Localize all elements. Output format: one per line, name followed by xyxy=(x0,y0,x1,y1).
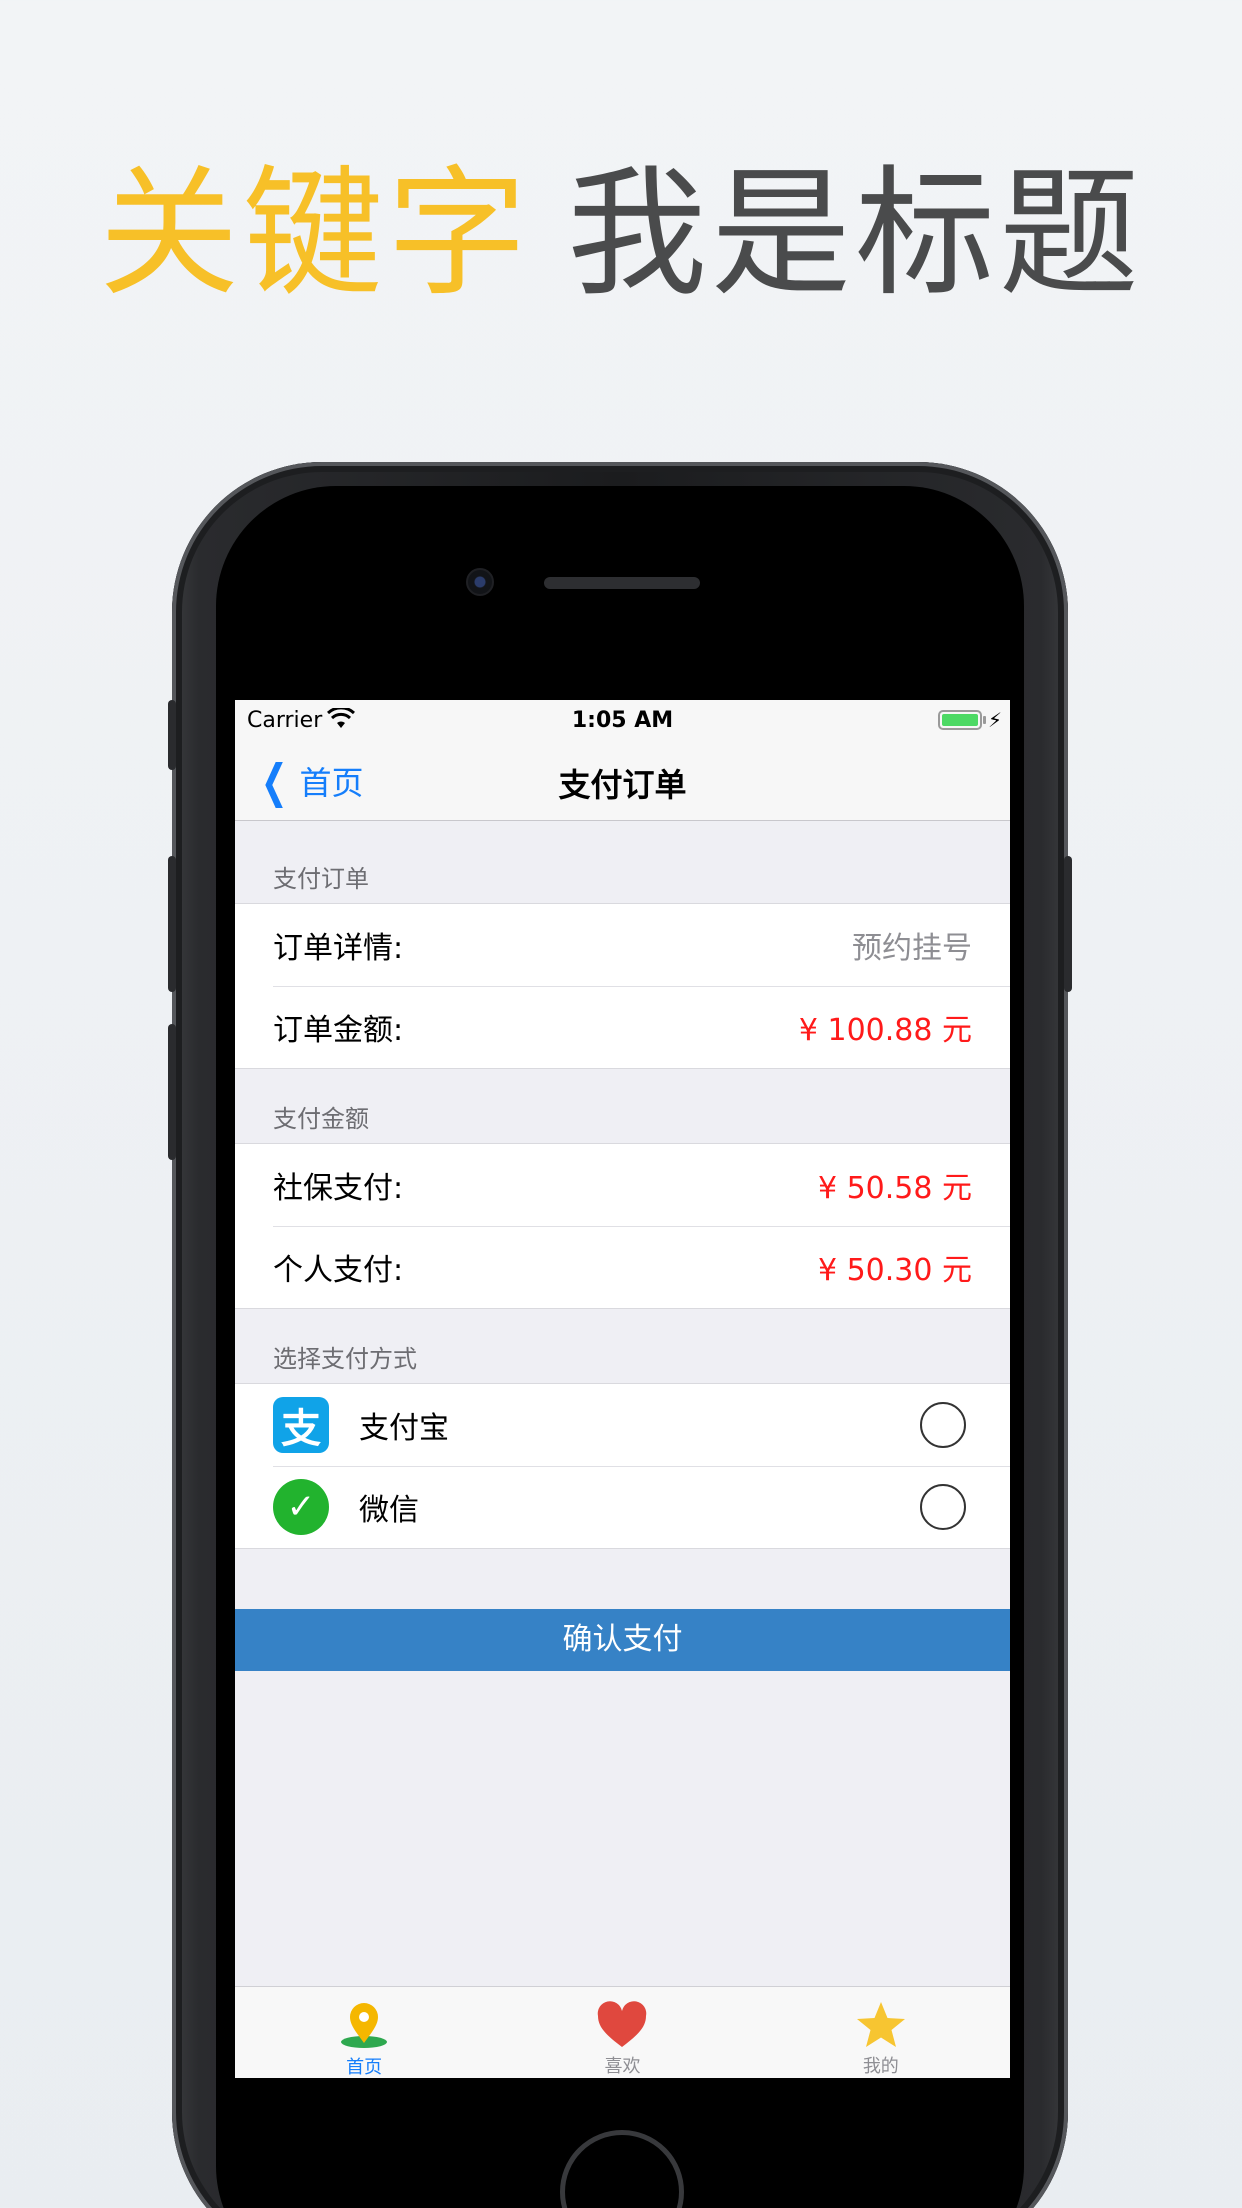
tab-favorites-label: 喜欢 xyxy=(604,2056,641,2077)
headline: 关键字 我是标题 xyxy=(0,150,1242,320)
power-button xyxy=(1064,856,1072,992)
heart-icon xyxy=(596,1999,648,2050)
alipay-label: 支付宝 xyxy=(359,1411,449,1446)
page-title: 支付订单 xyxy=(558,766,687,804)
charging-icon: ⚡ xyxy=(987,708,1002,732)
order-group: 订单详情: 预约挂号 订单金额: ¥ 100.88 元 xyxy=(235,903,1010,1069)
camera xyxy=(466,568,494,596)
order-amount-label: 订单金额: xyxy=(273,1013,404,1048)
order-detail-label: 订单详情: xyxy=(273,931,404,966)
wechat-icon: ✓ xyxy=(273,1479,329,1535)
insurance-pay-label: 社保支付: xyxy=(273,1171,404,1206)
personal-pay-value: ¥ 50.30 元 xyxy=(817,1253,972,1288)
section-header-method: 选择支付方式 xyxy=(273,1345,417,1373)
personal-pay-label: 个人支付: xyxy=(273,1253,404,1288)
battery-icon xyxy=(938,710,982,730)
tab-mine-label: 我的 xyxy=(862,2056,899,2077)
star-icon xyxy=(855,1999,907,2050)
tab-bar: 首页 喜欢 我的 xyxy=(235,1986,1010,2078)
headline-keyword: 关键字 xyxy=(98,153,531,316)
app-screen: Carrier 1:05 AM ⚡ ❮ 首页 支付订单 支付订单 订单详情: 预… xyxy=(235,700,1010,2078)
location-pin-icon xyxy=(338,1999,390,2051)
wechat-label: 微信 xyxy=(359,1493,419,1528)
tab-home[interactable]: 首页 xyxy=(235,1987,493,2078)
order-detail-value: 预约挂号 xyxy=(852,931,972,966)
wechat-option[interactable]: ✓ 微信 xyxy=(235,1466,1010,1548)
wechat-radio[interactable] xyxy=(920,1484,966,1530)
battery-tip xyxy=(983,716,986,724)
alipay-icon: 支 xyxy=(273,1397,329,1453)
status-time: 1:05 AM xyxy=(571,708,674,733)
alipay-option[interactable]: 支 支付宝 xyxy=(235,1384,1010,1466)
headline-title: 我是标题 xyxy=(567,153,1144,316)
section-header-amount: 支付金额 xyxy=(273,1105,369,1133)
amount-group: 社保支付: ¥ 50.58 元 个人支付: ¥ 50.30 元 xyxy=(235,1143,1010,1309)
status-bar: Carrier 1:05 AM ⚡ xyxy=(235,700,1010,740)
volume-up-button xyxy=(168,856,176,992)
earpiece-speaker xyxy=(544,577,700,589)
volume-down-button xyxy=(168,1024,176,1160)
insurance-pay-row: 社保支付: ¥ 50.58 元 xyxy=(235,1144,1010,1226)
order-detail-row: 订单详情: 预约挂号 xyxy=(235,904,1010,986)
order-amount-row: 订单金额: ¥ 100.88 元 xyxy=(235,986,1010,1068)
tab-mine[interactable]: 我的 xyxy=(752,1987,1010,2078)
tab-favorites[interactable]: 喜欢 xyxy=(493,1987,751,2078)
confirm-pay-button[interactable]: 确认支付 xyxy=(235,1609,1010,1671)
insurance-pay-value: ¥ 50.58 元 xyxy=(817,1171,972,1206)
navigation-bar: ❮ 首页 支付订单 xyxy=(235,740,1010,821)
personal-pay-row: 个人支付: ¥ 50.30 元 xyxy=(235,1226,1010,1308)
method-group: 支 支付宝 ✓ 微信 xyxy=(235,1383,1010,1549)
order-amount-value: ¥ 100.88 元 xyxy=(798,1013,972,1048)
alipay-radio[interactable] xyxy=(920,1402,966,1448)
tab-home-label: 首页 xyxy=(346,2057,383,2078)
mute-switch xyxy=(168,700,176,770)
section-header-order: 支付订单 xyxy=(273,865,369,893)
